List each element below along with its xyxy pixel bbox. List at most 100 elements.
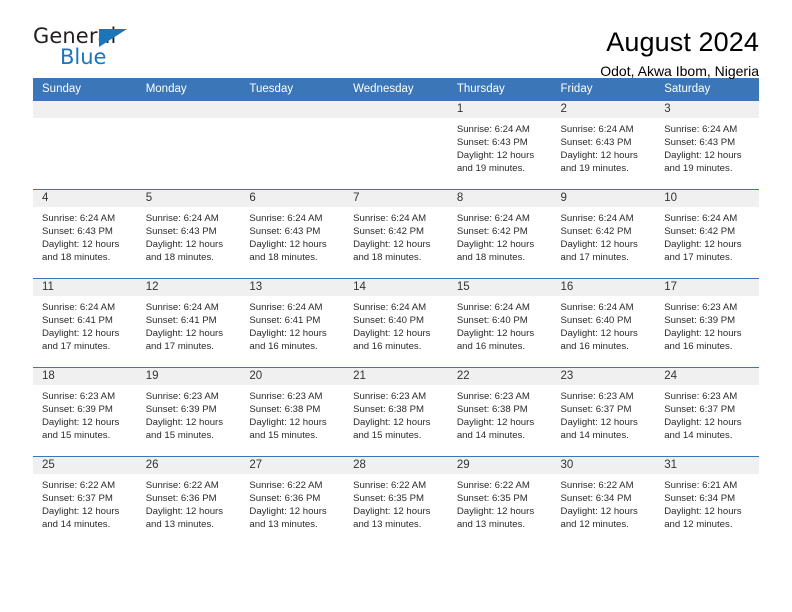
calendar-day-cell[interactable]: 15 Sunrise: 6:24 AM Sunset: 6:40 PM Dayligh… [447, 277, 552, 368]
calendar-day-cell[interactable]: 23 Sunrise: 6:23 AM Sunset: 6:37 PM Dayligh… [551, 366, 656, 457]
daylight-text-line1: Daylight: 12 hours [560, 238, 638, 250]
daylight-text-line2: and 14 minutes. [560, 429, 629, 441]
sunrise-text: Sunrise: 6:24 AM [42, 301, 116, 313]
sunset-text: Sunset: 6:34 PM [664, 492, 736, 504]
daylight-text-line2: and 13 minutes. [353, 518, 422, 530]
calendar-day-cell[interactable]: 12 Sunrise: 6:24 AM Sunset: 6:41 PM Dayligh… [136, 277, 241, 368]
calendar-day-cell[interactable]: 17 Sunrise: 6:23 AM Sunset: 6:39 PM Dayligh… [655, 277, 759, 368]
calendar-day-cell[interactable]: 9 Sunrise: 6:24 AM Sunset: 6:42 PM Daylight… [551, 188, 656, 279]
daylight-text-line2: and 15 minutes. [145, 429, 214, 441]
calendar-day-cell[interactable]: 28 Sunrise: 6:22 AM Sunset: 6:35 PM Dayligh… [344, 455, 448, 545]
calendar-day-cell[interactable]: 21 Sunrise: 6:23 AM Sunset: 6:38 PM Dayligh… [344, 366, 448, 457]
calendar-day-cell[interactable]: 6 Sunrise: 6:24 AM Sunset: 6:43 PM Daylight… [240, 188, 345, 279]
day-number: 14 [344, 278, 448, 296]
sunrise-text: Sunrise: 6:22 AM [42, 479, 116, 491]
calendar-day-cell[interactable]: 31 Sunrise: 6:21 AM Sunset: 6:34 PM Dayligh… [655, 455, 759, 545]
sunrise-text: Sunrise: 6:23 AM [456, 390, 530, 402]
calendar-day-cell[interactable]: 3 Sunrise: 6:24 AM Sunset: 6:43 PM Daylight… [655, 100, 759, 190]
day-number: 30 [551, 456, 656, 474]
calendar-day-cell[interactable] [344, 100, 448, 190]
calendar-day-cell[interactable]: 20 Sunrise: 6:23 AM Sunset: 6:38 PM Dayligh… [240, 366, 345, 457]
calendar-table: Sunday Monday Tuesday Wednesday Thursday… [33, 78, 759, 545]
calendar-day-cell[interactable]: 30 Sunrise: 6:22 AM Sunset: 6:34 PM Dayligh… [551, 455, 656, 545]
sunrise-text: Sunrise: 6:24 AM [145, 301, 219, 313]
calendar-day-cell[interactable]: 10 Sunrise: 6:24 AM Sunset: 6:42 PM Dayligh… [655, 188, 759, 279]
calendar-day-cell[interactable]: 1 Sunrise: 6:24 AM Sunset: 6:43 PM Daylight… [447, 100, 552, 190]
calendar-day-cell[interactable]: 16 Sunrise: 6:24 AM Sunset: 6:40 PM Dayligh… [551, 277, 656, 368]
weekday-header-thursday: Thursday [447, 78, 552, 101]
calendar-day-cell[interactable]: 26 Sunrise: 6:22 AM Sunset: 6:36 PM Dayligh… [136, 455, 241, 545]
calendar-day-cell[interactable]: 29 Sunrise: 6:22 AM Sunset: 6:35 PM Dayligh… [447, 455, 552, 545]
daylight-text-line2: and 13 minutes. [145, 518, 214, 530]
day-number [136, 100, 241, 118]
day-number: 10 [655, 189, 759, 207]
calendar-day-cell[interactable]: 7 Sunrise: 6:24 AM Sunset: 6:42 PM Daylight… [344, 188, 448, 279]
general-blue-logo[interactable]: General Blue [33, 26, 153, 74]
daylight-text-line2: and 17 minutes. [560, 251, 629, 263]
weekday-header-saturday: Saturday [655, 78, 759, 101]
sunset-text: Sunset: 6:38 PM [456, 403, 528, 415]
sunset-text: Sunset: 6:43 PM [664, 136, 736, 148]
day-number: 25 [33, 456, 137, 474]
daylight-text-line1: Daylight: 12 hours [42, 327, 120, 339]
calendar-day-cell[interactable]: 14 Sunrise: 6:24 AM Sunset: 6:40 PM Dayligh… [344, 277, 448, 368]
sunset-text: Sunset: 6:39 PM [42, 403, 113, 415]
day-number: 17 [655, 278, 759, 296]
calendar-day-cell[interactable]: 19 Sunrise: 6:23 AM Sunset: 6:39 PM Dayligh… [136, 366, 241, 457]
daylight-text-line1: Daylight: 12 hours [145, 327, 224, 339]
calendar-day-cell[interactable]: 4 Sunrise: 6:24 AM Sunset: 6:43 PM Daylight… [33, 188, 137, 279]
day-number: 2 [551, 100, 656, 118]
calendar-day-cell[interactable]: 5 Sunrise: 6:24 AM Sunset: 6:43 PM Daylight… [136, 188, 241, 279]
daylight-text-line2: and 14 minutes. [456, 429, 526, 441]
calendar-day-cell[interactable]: 13 Sunrise: 6:24 AM Sunset: 6:41 PM Dayligh… [240, 277, 345, 368]
calendar-day-cell[interactable]: 2 Sunrise: 6:24 AM Sunset: 6:43 PM Daylight… [551, 100, 656, 190]
daylight-text-line2: and 16 minutes. [560, 340, 629, 352]
sunset-text: Sunset: 6:41 PM [145, 314, 217, 326]
daylight-text-line1: Daylight: 12 hours [456, 149, 535, 161]
calendar-day-cell[interactable]: 25 Sunrise: 6:22 AM Sunset: 6:37 PM Dayligh… [33, 455, 137, 545]
daylight-text-line2: and 18 minutes. [353, 251, 422, 263]
calendar-day-cell[interactable]: 8 Sunrise: 6:24 AM Sunset: 6:42 PM Daylight… [447, 188, 552, 279]
sunrise-text: Sunrise: 6:24 AM [249, 301, 323, 313]
sunset-text: Sunset: 6:43 PM [560, 136, 632, 148]
daylight-text-line1: Daylight: 12 hours [456, 416, 535, 428]
calendar-day-cell[interactable]: 24 Sunrise: 6:23 AM Sunset: 6:37 PM Dayligh… [655, 366, 759, 457]
sunset-text: Sunset: 6:43 PM [249, 225, 321, 237]
daylight-text-line1: Daylight: 12 hours [42, 416, 120, 428]
day-number: 8 [447, 189, 552, 207]
sunset-text: Sunset: 6:43 PM [42, 225, 113, 237]
day-number: 23 [551, 367, 656, 385]
sunset-text: Sunset: 6:35 PM [456, 492, 528, 504]
calendar-day-cell[interactable]: 18 Sunrise: 6:23 AM Sunset: 6:39 PM Dayligh… [33, 366, 137, 457]
day-number: 4 [33, 189, 137, 207]
calendar-day-cell[interactable] [33, 100, 137, 190]
calendar-page: General Blue August 2024 Odot, Akwa Ibom… [0, 0, 792, 612]
daylight-text-line2: and 15 minutes. [249, 429, 318, 441]
sunrise-text: Sunrise: 6:22 AM [456, 479, 530, 491]
daylight-text-line2: and 17 minutes. [42, 340, 111, 352]
daylight-text-line2: and 16 minutes. [664, 340, 733, 352]
calendar-day-cell[interactable]: 27 Sunrise: 6:22 AM Sunset: 6:36 PM Dayligh… [240, 455, 345, 545]
calendar-day-cell[interactable]: 11 Sunrise: 6:24 AM Sunset: 6:41 PM Dayligh… [33, 277, 137, 368]
weekday-header-friday: Friday [551, 78, 656, 101]
daylight-text-line1: Daylight: 12 hours [353, 238, 431, 250]
sunset-text: Sunset: 6:42 PM [456, 225, 528, 237]
calendar-day-cell[interactable]: 22 Sunrise: 6:23 AM Sunset: 6:38 PM Dayligh… [447, 366, 552, 457]
daylight-text-line2: and 19 minutes. [664, 162, 733, 174]
daylight-text-line1: Daylight: 12 hours [42, 238, 120, 250]
sunrise-text: Sunrise: 6:22 AM [560, 479, 634, 491]
calendar-day-cell[interactable] [240, 100, 345, 190]
calendar-day-cell[interactable] [136, 100, 241, 190]
day-number: 22 [447, 367, 552, 385]
daylight-text-line1: Daylight: 12 hours [560, 416, 638, 428]
sunrise-text: Sunrise: 6:23 AM [664, 301, 738, 313]
sunset-text: Sunset: 6:36 PM [145, 492, 217, 504]
daylight-text-line2: and 13 minutes. [456, 518, 526, 530]
sunrise-text: Sunrise: 6:23 AM [353, 390, 427, 402]
sunset-text: Sunset: 6:36 PM [249, 492, 321, 504]
calendar-week-row: 4 Sunrise: 6:24 AM Sunset: 6:43 PM Daylight… [33, 188, 759, 279]
daylight-text-line2: and 18 minutes. [42, 251, 111, 263]
sunrise-text: Sunrise: 6:24 AM [353, 301, 427, 313]
sunrise-text: Sunrise: 6:22 AM [249, 479, 323, 491]
calendar-body: 1 Sunrise: 6:24 AM Sunset: 6:43 PM Daylight… [33, 100, 759, 545]
